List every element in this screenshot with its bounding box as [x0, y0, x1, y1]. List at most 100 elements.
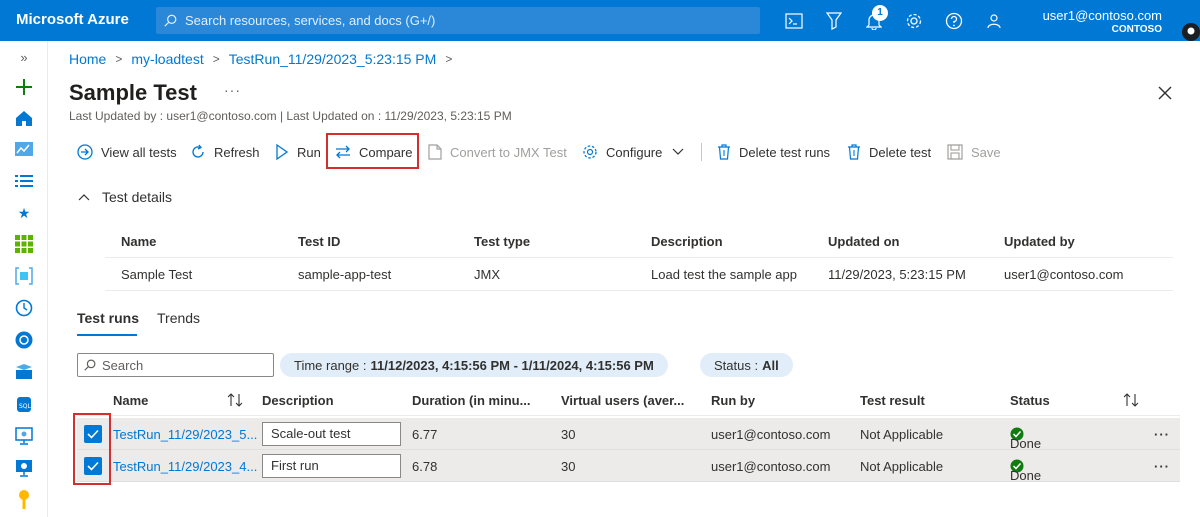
breadcrumb-home[interactable]: Home: [69, 51, 106, 67]
user-org: CONTOSO: [1111, 24, 1162, 35]
user-email: user1@contoso.com: [1042, 8, 1162, 23]
create-resource-icon[interactable]: [14, 77, 34, 97]
breadcrumb-separator-icon: >: [115, 52, 123, 66]
resource-groups-icon[interactable]: [14, 266, 34, 286]
home-icon[interactable]: [14, 108, 34, 128]
monitor-icon[interactable]: [14, 458, 34, 478]
row-more-menu[interactable]: ···: [1154, 459, 1170, 474]
table-row[interactable]: TestRun_11/29/2023_5... Scale-out test 6…: [77, 418, 1180, 451]
column-header-status[interactable]: Status: [1010, 393, 1050, 408]
test-result-cell: Not Applicable: [860, 459, 944, 474]
runs-search-input[interactable]: Search: [77, 353, 274, 377]
table-header-row: Name Test ID Test type Description Updat…: [105, 225, 1173, 258]
toolbar-divider: [701, 143, 702, 161]
column-header: Updated on: [828, 234, 900, 249]
test-details-table: Name Test ID Test type Description Updat…: [105, 225, 1173, 291]
help-icon[interactable]: [944, 11, 964, 31]
account-menu[interactable]: user1@contoso.com CONTOSO: [1043, 8, 1162, 35]
refresh-label: Refresh: [214, 144, 260, 160]
configure-dropdown[interactable]: Configure: [582, 136, 684, 168]
run-by-cell: user1@contoso.com: [711, 427, 831, 442]
breadcrumb-testrun[interactable]: TestRun_11/29/2023_5:23:15 PM: [229, 51, 437, 67]
table-cell: Load test the sample app: [651, 267, 797, 282]
page-subtitle: Last Updated by : user1@contoso.com | La…: [69, 109, 512, 123]
svg-text:SQL: SQL: [19, 403, 32, 410]
tab-test-runs[interactable]: Test runs: [77, 310, 139, 326]
delete-test-runs-button[interactable]: Delete test runs: [717, 136, 830, 168]
convert-label: Convert to JMX Test: [450, 144, 567, 160]
column-header: Name: [121, 234, 157, 249]
breadcrumb-loadtest[interactable]: my-loadtest: [131, 51, 203, 67]
checkbox-highlight-box: [73, 413, 111, 485]
play-icon: [276, 144, 289, 160]
convert-to-jmx-button[interactable]: Convert to JMX Test: [428, 136, 567, 168]
save-label: Save: [971, 144, 1001, 160]
virtual-machines-icon[interactable]: [14, 426, 34, 446]
save-button[interactable]: Save: [947, 136, 1001, 168]
global-search-input[interactable]: Search resources, services, and docs (G+…: [156, 7, 760, 34]
runs-search-placeholder: Search: [102, 357, 144, 373]
sort-icon[interactable]: [227, 393, 243, 407]
recent-clock-icon[interactable]: [14, 298, 34, 318]
run-name-link[interactable]: TestRun_11/29/2023_5...: [113, 427, 257, 442]
breadcrumb-separator-icon: >: [212, 52, 220, 66]
column-header-description[interactable]: Description: [262, 393, 334, 408]
time-range-label: Time range :: [294, 357, 367, 373]
row-more-menu[interactable]: ···: [1154, 427, 1170, 442]
sql-databases-icon[interactable]: SQL: [14, 394, 34, 414]
page-more-menu[interactable]: ···: [224, 82, 241, 98]
table-row: Sample Test sample-app-test JMX Load tes…: [105, 258, 1173, 291]
test-details-label: Test details: [102, 189, 173, 205]
run-name-link[interactable]: TestRun_11/29/2023_4...: [113, 459, 257, 474]
column-header-run-by[interactable]: Run by: [711, 393, 755, 408]
all-services-icon[interactable]: [14, 171, 34, 191]
column-header-name[interactable]: Name: [113, 393, 148, 408]
status-filter[interactable]: Status : All: [700, 353, 793, 377]
settings-gear-icon[interactable]: [904, 11, 924, 31]
expand-menu-icon[interactable]: »: [14, 47, 34, 67]
refresh-button[interactable]: Refresh: [190, 136, 260, 168]
all-resources-icon[interactable]: [14, 234, 34, 254]
table-row[interactable]: TestRun_11/29/2023_4... First run 6.78 3…: [77, 450, 1180, 483]
favorites-star-icon[interactable]: ★: [14, 203, 34, 223]
column-header-test-result[interactable]: Test result: [860, 393, 925, 408]
arrow-circle-right-icon: [77, 144, 93, 160]
run-by-cell: user1@contoso.com: [711, 459, 831, 474]
column-header-virtual-users[interactable]: Virtual users (aver...: [561, 393, 684, 408]
feedback-icon[interactable]: [984, 11, 1004, 31]
delete-test-button[interactable]: Delete test: [847, 136, 931, 168]
time-range-filter[interactable]: Time range : 11/12/2023, 4:15:56 PM - 1/…: [280, 353, 668, 377]
column-header: Description: [651, 234, 723, 249]
tab-trends[interactable]: Trends: [157, 310, 200, 326]
delete-test-label: Delete test: [869, 144, 932, 160]
dashboard-icon[interactable]: [14, 139, 34, 159]
description-input[interactable]: First run: [262, 454, 401, 478]
chevron-up-icon: [78, 194, 90, 201]
app-services-icon[interactable]: [14, 330, 34, 350]
runs-table-header: Name Description Duration (in minu... Vi…: [77, 386, 1180, 416]
key-vault-icon[interactable]: [14, 490, 34, 510]
test-details-toggle[interactable]: Test details: [78, 189, 172, 205]
status-cell: Done: [1010, 459, 1041, 483]
brand-logo[interactable]: Microsoft Azure: [16, 11, 129, 28]
search-icon: [164, 14, 177, 27]
virtual-users-cell: 30: [561, 427, 576, 442]
column-header-duration[interactable]: Duration (in minu...: [412, 393, 530, 408]
cloud-shell-icon[interactable]: [784, 11, 804, 31]
column-header: Test type: [474, 234, 531, 249]
view-all-tests-button[interactable]: View all tests: [77, 136, 177, 168]
description-input[interactable]: Scale-out test: [262, 422, 401, 446]
directory-filter-icon[interactable]: [824, 11, 844, 31]
status-filter-value: All: [762, 357, 779, 373]
close-icon[interactable]: [1156, 84, 1174, 102]
run-label: Run: [297, 144, 321, 160]
status-filter-label: Status :: [714, 357, 759, 373]
gear-icon: [583, 145, 597, 159]
status-text: Done: [1010, 436, 1042, 451]
active-tab-indicator: [77, 334, 137, 336]
avatar-icon[interactable]: [1182, 23, 1200, 41]
duration-cell: 6.77: [412, 427, 438, 442]
run-button[interactable]: Run: [275, 136, 321, 168]
sort-icon[interactable]: [1123, 393, 1139, 407]
storage-accounts-icon[interactable]: [14, 362, 34, 382]
